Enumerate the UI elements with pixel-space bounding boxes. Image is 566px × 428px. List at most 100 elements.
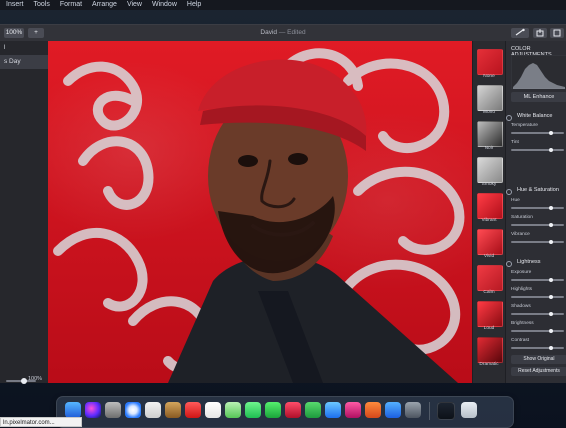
numbers-icon[interactable]	[305, 402, 321, 418]
hue-slider-knob[interactable]	[549, 206, 553, 210]
dock-separator	[429, 402, 430, 420]
highlights-slider[interactable]	[511, 296, 564, 298]
hue-slider[interactable]	[511, 207, 564, 209]
preset-mono[interactable]	[477, 85, 503, 111]
menu-window[interactable]: Window	[152, 0, 177, 10]
zoom-percent: 100%	[28, 376, 43, 382]
menu-view[interactable]: View	[127, 0, 142, 10]
lightness-toggle[interactable]	[506, 261, 512, 267]
tint-slider-knob[interactable]	[549, 148, 553, 152]
hue-label: Hue	[511, 198, 520, 203]
dock	[56, 396, 514, 428]
histogram	[511, 55, 566, 89]
doc-title-text: David	[260, 29, 278, 36]
preset-vibrant-label: Vibrant	[481, 218, 497, 223]
keynote-icon[interactable]	[325, 402, 341, 418]
notes-icon[interactable]	[165, 402, 181, 418]
music-icon[interactable]	[345, 402, 361, 418]
preset-dramatic[interactable]	[477, 337, 503, 363]
highlights-slider-knob[interactable]	[549, 295, 553, 299]
shadows-slider[interactable]	[511, 313, 564, 315]
show-original-label: Show Original	[523, 356, 555, 362]
app-store-icon[interactable]	[385, 402, 401, 418]
temperature-label: Temperature	[511, 123, 538, 128]
show-original-button[interactable]: Show Original	[511, 355, 566, 364]
reset-adjustments-button[interactable]: Reset Adjustments	[511, 367, 566, 376]
sidebar-item-label: s Day	[4, 58, 21, 65]
menu-tools[interactable]: Tools	[34, 0, 50, 10]
image-canvas[interactable]	[48, 41, 472, 383]
facetime-icon[interactable]	[265, 402, 281, 418]
tint-slider[interactable]	[511, 149, 564, 151]
safari-icon[interactable]	[125, 402, 141, 418]
vibrance-slider[interactable]	[511, 241, 564, 243]
brightness-slider[interactable]	[511, 330, 564, 332]
exposure-slider-knob[interactable]	[549, 278, 553, 282]
sidebar-item[interactable]: l	[0, 41, 48, 55]
shadows-slider-knob[interactable]	[549, 312, 553, 316]
menu-format[interactable]: Format	[60, 0, 82, 10]
zoom-menu-label: 100%	[5, 29, 23, 36]
status-text: ln.pixelmator.com...	[3, 420, 55, 426]
preset-none-label: None	[483, 74, 495, 79]
add-button[interactable]: +	[28, 28, 44, 38]
maps-icon[interactable]	[225, 402, 241, 418]
preset-vivid[interactable]	[477, 229, 503, 255]
reminders-icon[interactable]	[205, 402, 221, 418]
preset-dramatic-label: Dramatic	[479, 362, 499, 367]
preset-mono-label: Mono	[483, 110, 495, 115]
preset-calm[interactable]	[477, 265, 503, 291]
launchpad-icon[interactable]	[105, 402, 121, 418]
saturation-slider-knob[interactable]	[549, 223, 553, 227]
temperature-slider-knob[interactable]	[549, 131, 553, 135]
exposure-slider[interactable]	[511, 279, 564, 281]
preset-vibrant[interactable]	[477, 193, 503, 219]
more-button[interactable]	[550, 28, 564, 38]
preset-calm-label: Calm	[483, 290, 495, 295]
saturation-slider[interactable]	[511, 224, 564, 226]
adjustments-toggle-button[interactable]	[511, 28, 529, 38]
shadows-label: Shadows	[511, 304, 531, 309]
vibrance-slider-knob[interactable]	[549, 240, 553, 244]
books-icon[interactable]	[365, 402, 381, 418]
portrait-subject	[168, 59, 458, 383]
siri-icon[interactable]	[85, 402, 101, 418]
exposure-label: Exposure	[511, 270, 532, 275]
white-balance-toggle[interactable]	[506, 115, 512, 121]
photos-icon[interactable]	[145, 402, 161, 418]
preset-none[interactable]	[477, 49, 503, 75]
doc-status-text: — Edited	[278, 29, 306, 36]
menu-arrange[interactable]: Arrange	[92, 0, 117, 10]
toolbar: 100% + David — Edited	[0, 25, 566, 42]
contrast-slider-knob[interactable]	[549, 346, 553, 350]
preset-loud-label: Loud	[483, 326, 495, 331]
left-sidebar: l s Day 100%	[0, 41, 49, 384]
zoom-menu-button[interactable]: 100%	[4, 28, 24, 38]
share-button[interactable]	[533, 28, 547, 38]
folder-icon[interactable]	[437, 402, 455, 420]
highlights-label: Highlights	[511, 287, 533, 292]
finder-icon[interactable]	[65, 402, 81, 418]
ml-enhance-button[interactable]: ML Enhance	[511, 92, 566, 102]
vibrance-label: Vibrance	[511, 232, 530, 237]
contrast-label: Contrast	[511, 338, 530, 343]
brightness-slider-knob[interactable]	[549, 329, 553, 333]
sidebar-item-selected[interactable]: s Day	[0, 55, 48, 69]
preset-loud[interactable]	[477, 301, 503, 327]
status-link[interactable]: ln.pixelmator.com...	[0, 417, 82, 427]
calendar-icon[interactable]	[185, 402, 201, 418]
system-preferences-icon[interactable]	[405, 402, 421, 418]
hue-saturation-toggle[interactable]	[506, 189, 512, 195]
menu-insert[interactable]: Insert	[6, 0, 24, 10]
contrast-slider[interactable]	[511, 347, 564, 349]
preset-smoky[interactable]	[477, 157, 503, 183]
menu-help[interactable]: Help	[187, 0, 201, 10]
preset-noir[interactable]	[477, 121, 503, 147]
zoom-slider-knob[interactable]	[21, 378, 27, 384]
preset-noir-label: Noir	[484, 146, 494, 151]
photo-booth-icon[interactable]	[285, 402, 301, 418]
brightness-label: Brightness	[511, 321, 534, 326]
trash-icon[interactable]	[461, 402, 477, 418]
messages-icon[interactable]	[245, 402, 261, 418]
temperature-slider[interactable]	[511, 132, 564, 134]
